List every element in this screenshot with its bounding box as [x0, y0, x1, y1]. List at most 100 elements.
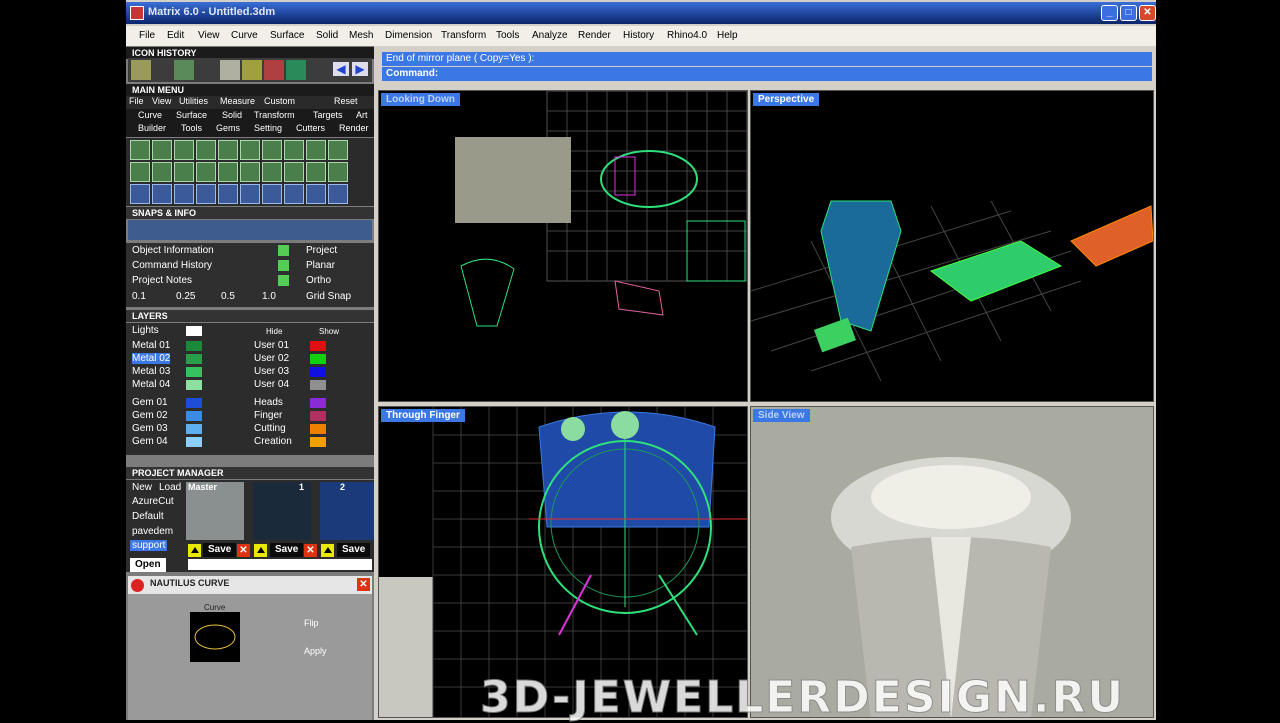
close-button[interactable]: ✕ — [1139, 5, 1156, 21]
tool-icon[interactable] — [130, 140, 150, 160]
snap-icon-strip[interactable] — [128, 220, 372, 240]
lights-layer[interactable]: Lights — [132, 325, 159, 336]
layer-color-swatch[interactable] — [310, 341, 326, 351]
layer-gem-03[interactable]: Gem 03 — [132, 423, 168, 434]
menu-surface[interactable]: Surface — [270, 30, 304, 41]
viewport-perspective[interactable]: Perspective — [750, 90, 1154, 402]
project-notes-item[interactable]: Project Notes — [132, 275, 192, 286]
save-button[interactable]: Save — [337, 543, 371, 557]
menu-rhino[interactable]: Rhino4.0 — [667, 30, 707, 41]
viewport-label[interactable]: Side View — [753, 409, 810, 422]
layer-metal-04[interactable]: Metal 04 — [132, 379, 170, 390]
tool-icon[interactable] — [240, 140, 260, 160]
flip-option[interactable]: Flip — [304, 618, 319, 628]
tool-icon[interactable] — [306, 140, 326, 160]
menu-transform[interactable]: Transform — [441, 30, 486, 41]
project-thumbnail-1[interactable]: 1 — [253, 482, 311, 540]
tool-icon[interactable] — [284, 184, 304, 204]
layer-color-swatch[interactable] — [310, 424, 326, 434]
tool-icon[interactable] — [218, 140, 238, 160]
menu-file[interactable]: File — [139, 30, 155, 41]
ortho-toggle[interactable]: Ortho — [306, 275, 331, 286]
tool-icon[interactable] — [130, 162, 150, 182]
step-value[interactable]: 0.25 — [176, 291, 195, 302]
layer-color-swatch[interactable] — [186, 437, 202, 447]
project-thumbnail-2[interactable]: 2 — [320, 482, 374, 540]
step-value[interactable]: 1.0 — [262, 291, 276, 302]
layer-metal-01[interactable]: Metal 01 — [132, 340, 170, 351]
layer-color-swatch[interactable] — [186, 424, 202, 434]
app-icon[interactable] — [130, 6, 144, 20]
tab-targets[interactable]: Targets — [313, 110, 343, 120]
viewport-label[interactable]: Looking Down — [381, 93, 460, 106]
layer-color-swatch[interactable] — [186, 326, 202, 336]
upload-arrow-icon[interactable] — [188, 544, 201, 557]
layer-user-01[interactable]: User 01 — [254, 340, 289, 351]
history-icon-6[interactable] — [286, 60, 306, 80]
layer-metal-02[interactable]: Metal 02 — [132, 353, 171, 364]
layer-gem-01[interactable]: Gem 01 — [132, 397, 168, 408]
main-menu-link-utilities[interactable]: Utilities — [179, 96, 208, 106]
tab-surface[interactable]: Surface — [176, 110, 207, 120]
upload-arrow-icon[interactable] — [321, 544, 334, 557]
tool-icon[interactable] — [196, 140, 216, 160]
tool-icon[interactable] — [306, 162, 326, 182]
tool-icon[interactable] — [328, 184, 348, 204]
layer-color-swatch[interactable] — [310, 398, 326, 408]
tool-icon[interactable] — [240, 162, 260, 182]
layer-metal-03[interactable]: Metal 03 — [132, 366, 170, 377]
layer-color-swatch[interactable] — [310, 411, 326, 421]
history-icon-1[interactable] — [131, 60, 151, 80]
history-forward-arrow-icon[interactable]: ▶ — [352, 62, 368, 76]
tool-icon[interactable] — [328, 162, 348, 182]
tool-icon[interactable] — [218, 162, 238, 182]
tab-render[interactable]: Render — [339, 123, 369, 133]
project-thumbnail-master[interactable]: Master — [186, 482, 244, 540]
minimize-button[interactable]: _ — [1101, 5, 1118, 21]
tab-curve[interactable]: Curve — [138, 110, 162, 120]
grid-snap-toggle[interactable]: Grid Snap — [306, 291, 351, 302]
layer-gem-02[interactable]: Gem 02 — [132, 410, 168, 421]
tool-icon[interactable] — [306, 184, 326, 204]
tab-builder[interactable]: Builder — [138, 123, 166, 133]
tool-icon[interactable] — [240, 184, 260, 204]
show-button[interactable]: Show — [316, 326, 343, 337]
history-icon-3[interactable] — [220, 60, 240, 80]
layer-color-swatch[interactable] — [186, 398, 202, 408]
save-button[interactable]: Save — [203, 543, 237, 557]
tool-icon[interactable] — [196, 184, 216, 204]
history-icon-5[interactable] — [264, 60, 284, 80]
layer-cutting[interactable]: Cutting — [254, 423, 286, 434]
tool-icon[interactable] — [174, 162, 194, 182]
menu-curve[interactable]: Curve — [231, 30, 258, 41]
layer-color-swatch[interactable] — [186, 367, 202, 377]
planar-toggle[interactable]: Planar — [306, 260, 335, 271]
expand-arrow-icon[interactable] — [278, 260, 289, 271]
tool-icon[interactable] — [218, 184, 238, 204]
command-history-item[interactable]: Command History — [132, 260, 212, 271]
tool-icon[interactable] — [174, 140, 194, 160]
apply-button[interactable]: Apply — [304, 646, 327, 656]
open-project-button[interactable]: Open — [130, 558, 166, 572]
project-file-item[interactable]: pavedem — [132, 526, 173, 537]
tab-art[interactable]: Art — [356, 110, 368, 120]
tool-icon[interactable] — [152, 162, 172, 182]
main-menu-link-measure[interactable]: Measure — [220, 96, 255, 106]
layer-user-03[interactable]: User 03 — [254, 366, 289, 377]
menu-help[interactable]: Help — [717, 30, 738, 41]
layer-creation[interactable]: Creation — [254, 436, 292, 447]
layer-color-swatch[interactable] — [186, 411, 202, 421]
menu-history[interactable]: History — [623, 30, 654, 41]
layer-color-swatch[interactable] — [310, 380, 326, 390]
main-menu-reset-link[interactable]: Reset — [334, 96, 358, 106]
delete-icon[interactable]: ✕ — [237, 544, 250, 557]
layer-color-swatch[interactable] — [186, 380, 202, 390]
step-value[interactable]: 0.5 — [221, 291, 235, 302]
layer-color-swatch[interactable] — [186, 354, 202, 364]
menu-dimension[interactable]: Dimension — [385, 30, 432, 41]
menu-analyze[interactable]: Analyze — [532, 30, 568, 41]
upload-arrow-icon[interactable] — [254, 544, 267, 557]
tab-gems[interactable]: Gems — [216, 123, 240, 133]
tool-icon[interactable] — [328, 140, 348, 160]
expand-arrow-icon[interactable] — [278, 245, 289, 256]
